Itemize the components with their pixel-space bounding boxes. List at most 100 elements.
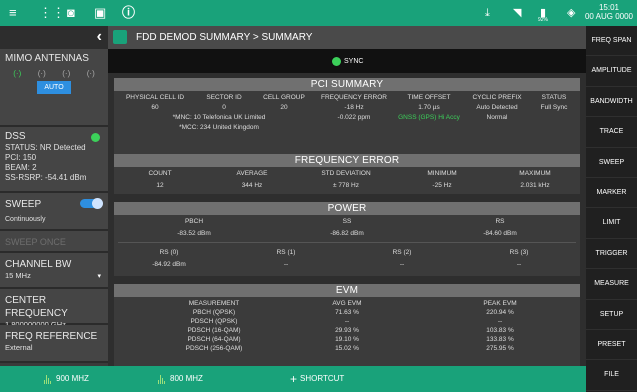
menu-preset[interactable]: PRESET bbox=[586, 330, 637, 361]
pci-value: Full Sync bbox=[540, 104, 568, 111]
sync-label: SYNC bbox=[344, 58, 364, 65]
evm-avg: 71.63 % bbox=[335, 309, 359, 316]
evm-measurement: PDSCH (16-QAM) bbox=[187, 327, 241, 334]
antenna-1-icon[interactable]: (·) bbox=[5, 69, 29, 78]
freq-error-header: AVERAGE bbox=[236, 170, 268, 177]
antenna-4-icon[interactable]: (·) bbox=[79, 69, 103, 78]
info-icon[interactable]: ⓘ bbox=[122, 5, 135, 21]
battery-level: 92% bbox=[538, 17, 549, 23]
sweep-toggle[interactable] bbox=[80, 198, 103, 209]
evm-avg: 19.10 % bbox=[335, 336, 359, 343]
mimo-title: MIMO ANTENNAS bbox=[5, 53, 89, 64]
evm-header: AVG EVM bbox=[332, 300, 362, 307]
channel-bw-value: 15 MHz bbox=[5, 271, 31, 280]
menu-trace[interactable]: TRACE bbox=[586, 117, 637, 148]
sweep-once-label: SWEEP ONCE bbox=[5, 237, 66, 247]
menu-marker[interactable]: MARKER bbox=[586, 178, 637, 209]
evm-avg: -- bbox=[344, 318, 350, 325]
channel-bw-section[interactable]: CHANNEL BW 15 MHz ▾ bbox=[0, 253, 108, 289]
antenna-3-icon[interactable]: (·) bbox=[54, 69, 78, 78]
menu-freq-span[interactable]: FREQ SPAN bbox=[586, 26, 637, 57]
back-button[interactable]: ‹ bbox=[0, 26, 108, 49]
left-panel: ‹ MIMO ANTENNAS (·) (·) (·) (·) AUTO DSS… bbox=[0, 26, 108, 366]
grid-icon[interactable]: ⋮⋮ bbox=[39, 5, 65, 21]
pci-summary-title: PCI SUMMARY bbox=[114, 78, 580, 91]
antenna-2-icon[interactable]: (·) bbox=[30, 69, 54, 78]
menu-limit[interactable]: LIMIT bbox=[586, 208, 637, 239]
rs-header: RS (1) bbox=[276, 249, 296, 256]
pci-value: -18 Hz bbox=[344, 104, 364, 111]
freq-error-header: COUNT bbox=[148, 170, 172, 177]
menu-icon[interactable]: ≡ bbox=[9, 5, 17, 21]
tab-900mhz-label: 900 MHZ bbox=[56, 374, 89, 383]
chevron-left-icon: ‹ bbox=[96, 28, 102, 45]
auto-button[interactable]: AUTO bbox=[37, 81, 71, 94]
save-icon[interactable]: ⤓ bbox=[485, 5, 490, 21]
sweep-once-button[interactable]: SWEEP ONCE bbox=[0, 231, 108, 253]
pci-value: 0 bbox=[222, 104, 226, 111]
menu-bandwidth[interactable]: BANDWIDTH bbox=[586, 87, 637, 118]
center-frequency-title: CENTER FREQUENCY bbox=[5, 295, 68, 319]
spectrum-icon bbox=[158, 374, 166, 384]
evm-title: EVM bbox=[114, 284, 580, 297]
evm-peak: -- bbox=[497, 318, 503, 325]
rs-value: -- bbox=[283, 261, 289, 268]
pci-value: 20 bbox=[280, 104, 288, 111]
bottom-bar: 900 MHZ 800 MHZ + SHORTCUT bbox=[0, 366, 586, 392]
evm-measurement: PDSCH (QPSK) bbox=[190, 318, 238, 325]
tab-800mhz-label: 800 MHZ bbox=[170, 374, 203, 383]
freq-error-value: 344 Hz bbox=[241, 182, 263, 189]
window-icon[interactable]: ▣ bbox=[94, 5, 106, 21]
gnss-status: GNSS (GPS) Hi Accy bbox=[398, 114, 460, 121]
mnc-info: *MNC: 10 Telefonica UK Limited bbox=[172, 114, 266, 121]
pci-header: PHYSICAL CELL ID bbox=[125, 94, 185, 101]
dss-ssrsrp: SS-RSRP: -54.41 dBm bbox=[5, 173, 87, 182]
sweep-section[interactable]: SWEEP Continuously bbox=[0, 193, 108, 231]
pci-header: STATUS bbox=[541, 94, 567, 101]
pci-header: SECTOR ID bbox=[206, 94, 242, 101]
menu-trigger[interactable]: TRIGGER bbox=[586, 239, 637, 270]
camera-icon[interactable]: ◙ bbox=[67, 5, 75, 21]
pci-value: 60 bbox=[151, 104, 159, 111]
power-header: RS bbox=[495, 218, 505, 225]
shortcut-button[interactable]: + SHORTCUT bbox=[290, 372, 344, 386]
evm-measurement: PDSCH (256-QAM) bbox=[185, 345, 243, 352]
freq-reference-title: FREQ REFERENCE bbox=[5, 331, 98, 342]
freq-error-header: MINIMUM bbox=[427, 170, 457, 177]
evm-peak: 220.94 % bbox=[486, 309, 514, 316]
frequency-error-title: FREQUENCY ERROR bbox=[114, 154, 580, 167]
wifi-icon: ◥ bbox=[513, 7, 522, 19]
gps-icon: ◈ bbox=[567, 7, 576, 19]
rs-header: RS (0) bbox=[159, 249, 179, 256]
home-icon[interactable] bbox=[113, 30, 127, 44]
dss-status: STATUS: NR Detected bbox=[5, 143, 86, 152]
main-area: FDD DEMOD SUMMARY > SUMMARY SYNC PCI SUM… bbox=[108, 26, 586, 366]
pci-header: CYCLIC PREFIX bbox=[472, 94, 522, 101]
freq-error-header: STD DEVIATION bbox=[321, 170, 371, 177]
plus-icon: + bbox=[290, 372, 298, 386]
menu-amplitude[interactable]: AMPLITUDE bbox=[586, 56, 637, 87]
evm-avg: 15.02 % bbox=[335, 345, 359, 352]
dss-section[interactable]: DSS STATUS: NR Detected PCI: 150 BEAM: 2… bbox=[0, 127, 108, 193]
sync-bar: SYNC bbox=[108, 49, 586, 73]
power-value: -84.60 dBm bbox=[483, 230, 517, 237]
breadcrumb-header: FDD DEMOD SUMMARY > SUMMARY bbox=[108, 26, 586, 49]
freq-reference-section[interactable]: FREQ REFERENCE External bbox=[0, 325, 108, 363]
freq-error-header: MAXIMUM bbox=[519, 170, 551, 177]
dss-title: DSS bbox=[5, 131, 26, 142]
menu-measure[interactable]: MEASURE bbox=[586, 269, 637, 300]
channel-bw-title: CHANNEL BW bbox=[5, 259, 72, 270]
center-frequency-section[interactable]: CENTER FREQUENCY 1.800000000 GHz bbox=[0, 289, 108, 329]
sweep-mode: Continuously bbox=[5, 216, 46, 223]
menu-sweep[interactable]: SWEEP bbox=[586, 148, 637, 178]
tab-800mhz[interactable]: 800 MHZ bbox=[158, 374, 203, 384]
menu-file[interactable]: FILE bbox=[586, 360, 637, 391]
dss-status-indicator bbox=[91, 133, 100, 142]
rs-header: RS (3) bbox=[509, 249, 529, 256]
tab-900mhz[interactable]: 900 MHZ bbox=[44, 374, 89, 384]
menu-setup[interactable]: SETUP bbox=[586, 300, 637, 330]
pci-summary-panel: PCI SUMMARY PHYSICAL CELL ID SECTOR ID C… bbox=[114, 78, 580, 156]
freq-error-value: 12 bbox=[156, 182, 164, 189]
clock: 15:01 00 AUG 0000 bbox=[584, 3, 633, 21]
freq-error-value: ± 778 Hz bbox=[333, 182, 359, 189]
